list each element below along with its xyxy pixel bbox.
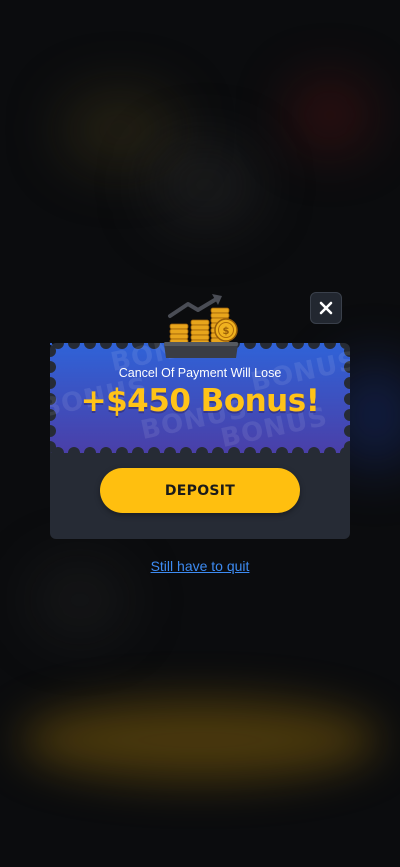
coins-growth-icon: $ xyxy=(164,294,238,358)
quit-link[interactable]: Still have to quit xyxy=(151,558,250,574)
bonus-amount: +$450 Bonus! xyxy=(80,383,320,419)
bonus-subtitle: Cancel Of Payment Will Lose xyxy=(118,366,282,380)
svg-text:$: $ xyxy=(223,326,230,337)
bonus-modal: BONUS BONUS BONUS BONUS BONUS Cancel Of … xyxy=(50,343,350,539)
close-icon xyxy=(319,301,333,315)
close-button[interactable] xyxy=(310,292,342,324)
background-glow xyxy=(20,700,380,780)
background-glow xyxy=(150,140,260,230)
quit-link-row: Still have to quit xyxy=(0,556,400,575)
deposit-button[interactable]: DEPOSIT xyxy=(100,468,300,513)
background-glow xyxy=(290,80,370,150)
